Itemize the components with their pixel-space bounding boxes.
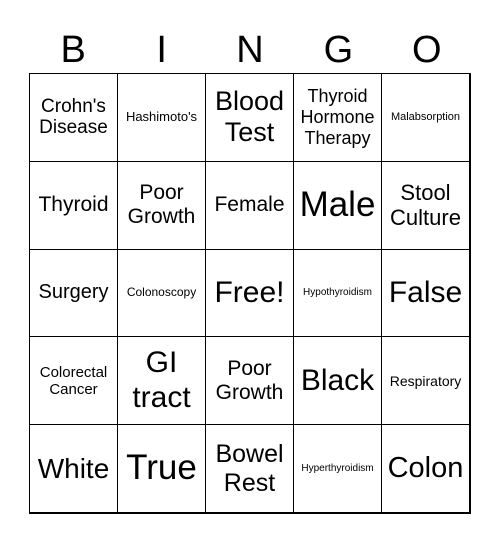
bingo-cell[interactable]: Malabsorption — [381, 73, 470, 162]
bingo-cell[interactable]: Hypothyroidism — [293, 248, 382, 338]
bingo-grid: Crohn's Disease Hashimoto's Blood Test Thyr… — [29, 73, 471, 514]
bingo-cell[interactable]: Stool Culture — [381, 160, 470, 250]
bingo-cell[interactable]: White — [29, 424, 118, 513]
bingo-cell[interactable]: Bowel Rest — [205, 424, 294, 513]
header-letter-o: O — [412, 29, 442, 71]
bingo-cell[interactable]: Respiratory — [381, 336, 470, 426]
bingo-cell[interactable]: Colorectal Cancer — [29, 336, 118, 426]
bingo-cell[interactable]: False — [381, 248, 470, 338]
bingo-cell[interactable]: Poor Growth — [205, 336, 294, 426]
bingo-cell[interactable]: Blood Test — [205, 73, 294, 162]
header-letter-g: G — [323, 29, 354, 71]
header-letter-b: B — [60, 29, 86, 71]
bingo-cell[interactable]: Male — [293, 160, 382, 250]
bingo-cell[interactable]: Colon — [381, 424, 470, 513]
bingo-cell[interactable]: Black — [293, 336, 382, 426]
bingo-header: B I N G O — [29, 28, 471, 72]
bingo-cell[interactable]: Thyroid Hormone Therapy — [293, 73, 382, 162]
bingo-cell[interactable]: Female — [205, 160, 294, 250]
header-letter-i: I — [156, 29, 167, 71]
bingo-cell[interactable]: Crohn's Disease — [29, 73, 118, 162]
bingo-cell[interactable]: Hyperthyroidism — [293, 424, 382, 513]
header-letter-n: N — [236, 29, 264, 71]
bingo-cell[interactable]: True — [117, 424, 206, 513]
bingo-cell[interactable]: Hashimoto's — [117, 73, 206, 162]
bingo-cell[interactable]: GI tract — [117, 336, 206, 426]
bingo-cell[interactable]: Thyroid — [29, 160, 118, 250]
bingo-cell[interactable]: Surgery — [29, 248, 118, 338]
bingo-cell[interactable]: Free! — [205, 248, 294, 338]
bingo-cell[interactable]: Colonoscopy — [117, 248, 206, 338]
bingo-cell[interactable]: Poor Growth — [117, 160, 206, 250]
